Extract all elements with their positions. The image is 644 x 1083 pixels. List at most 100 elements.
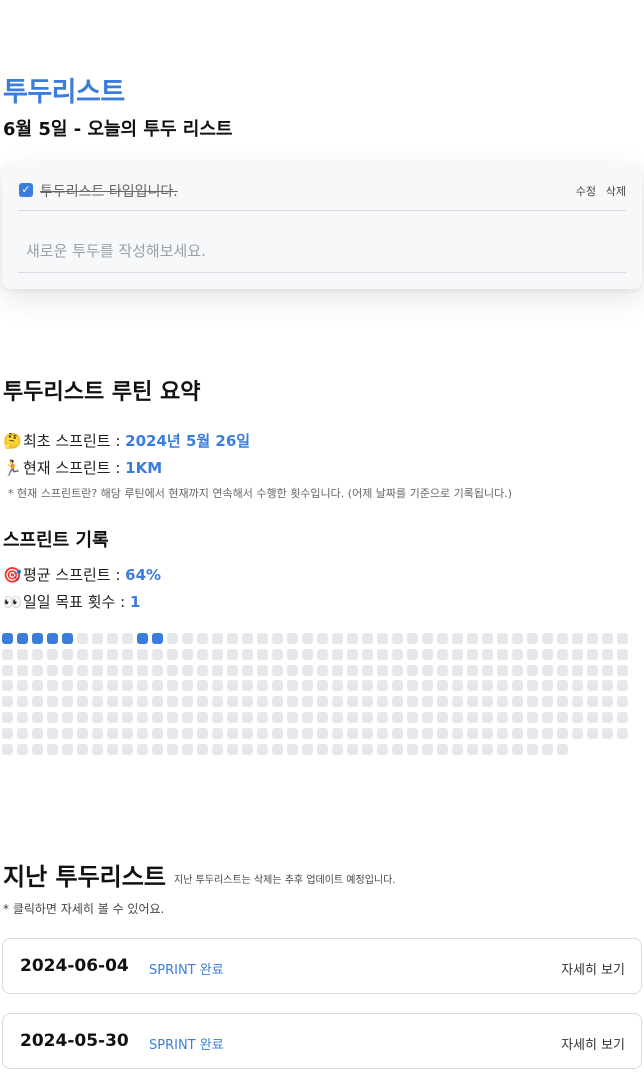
sprint-cell xyxy=(362,633,373,644)
sprint-cell xyxy=(77,664,88,676)
sprint-cell xyxy=(242,712,253,723)
sprint-cell xyxy=(617,633,628,644)
sprint-cell xyxy=(197,712,208,723)
sprint-cell xyxy=(437,680,448,692)
sprint-cell xyxy=(107,743,118,755)
sprint-cell xyxy=(32,664,43,676)
sprint-cell xyxy=(317,648,328,660)
sprint-cell xyxy=(17,743,28,755)
sprint-cell xyxy=(497,633,508,644)
sprint-cell xyxy=(527,712,538,723)
history-card[interactable]: 2024-05-30 SPRINT 완료 자세히 보기 xyxy=(2,1013,642,1069)
sprint-cell xyxy=(167,712,178,723)
sprint-cell xyxy=(512,727,523,739)
sprint-cell xyxy=(557,648,568,660)
sprint-cell xyxy=(482,743,493,755)
sprint-cell xyxy=(347,696,358,708)
sprint-cell xyxy=(452,648,463,660)
first-sprint-value: 2024년 5월 26일 xyxy=(125,432,251,450)
sprint-cell xyxy=(347,743,358,755)
sprint-cell xyxy=(287,633,298,644)
sprint-cell xyxy=(437,633,448,644)
history-card[interactable]: 2024-06-04 SPRINT 완료 자세히 보기 xyxy=(2,938,642,994)
delete-button[interactable]: 삭제 xyxy=(606,183,626,199)
sprint-cell xyxy=(272,648,283,660)
sprint-cell xyxy=(317,633,328,644)
sprint-cell xyxy=(227,696,238,708)
sprint-cell xyxy=(107,648,118,660)
sprint-cell xyxy=(347,648,358,660)
sprint-cell xyxy=(152,664,163,676)
sprint-cell xyxy=(422,664,433,676)
sprint-cell xyxy=(107,633,118,644)
todo-checkbox[interactable]: ✓ xyxy=(19,183,33,197)
sprint-cell xyxy=(152,633,163,644)
sprint-cell xyxy=(122,633,133,644)
sprint-cell xyxy=(407,664,418,676)
sprint-cell xyxy=(197,648,208,660)
sprint-cell xyxy=(362,648,373,660)
sprint-cell xyxy=(332,696,343,708)
sprint-cell xyxy=(497,680,508,692)
sprint-cell xyxy=(317,727,328,739)
sprint-cell xyxy=(32,680,43,692)
sprint-cell xyxy=(287,648,298,660)
sprint-cell xyxy=(437,712,448,723)
sprint-cell xyxy=(137,727,148,739)
sprint-cell xyxy=(482,727,493,739)
history-status: SPRINT 완료 xyxy=(149,1038,224,1053)
sprint-cell xyxy=(257,696,268,708)
view-details-link[interactable]: 자세히 보기 xyxy=(561,1034,625,1053)
current-sprint-line: 🏃현재 스프린트 : 1KM xyxy=(3,457,162,478)
avg-sprint-label: 평균 스프린트 : xyxy=(23,566,126,584)
sprint-cell xyxy=(452,664,463,676)
sprint-cell xyxy=(497,727,508,739)
sprint-cell xyxy=(182,664,193,676)
view-details-link[interactable]: 자세히 보기 xyxy=(561,959,625,978)
sprint-cell xyxy=(377,680,388,692)
sprint-cell xyxy=(602,727,613,739)
sprint-cell xyxy=(377,664,388,676)
sprint-cell xyxy=(422,743,433,755)
sprint-cell xyxy=(557,664,568,676)
sprint-cell xyxy=(107,664,118,676)
avg-sprint-line: 🎯평균 스프린트 : 64% xyxy=(3,564,161,585)
sprint-cell xyxy=(77,648,88,660)
sprint-cell xyxy=(242,680,253,692)
sprint-cell xyxy=(167,680,178,692)
sprint-cell xyxy=(62,648,73,660)
sprint-cell xyxy=(467,743,478,755)
first-sprint-line: 🤔최초 스프린트 : 2024년 5월 26일 xyxy=(3,430,250,451)
sprint-cell xyxy=(587,696,598,708)
sprint-cell xyxy=(377,633,388,644)
sprint-cell xyxy=(527,727,538,739)
sprint-cell xyxy=(317,696,328,708)
sprint-cell xyxy=(542,664,553,676)
sprint-cell xyxy=(422,648,433,660)
sprint-cell xyxy=(557,633,568,644)
sprint-cell xyxy=(407,743,418,755)
sprint-cell xyxy=(422,727,433,739)
new-todo-input[interactable] xyxy=(18,229,626,273)
sprint-cell xyxy=(572,664,583,676)
history-status: SPRINT 완료 xyxy=(149,963,224,978)
sprint-cell xyxy=(317,743,328,755)
sprint-cell xyxy=(407,696,418,708)
sprint-cell xyxy=(542,633,553,644)
sprint-cell xyxy=(212,743,223,755)
sprint-cell xyxy=(392,648,403,660)
sprint-cell xyxy=(422,696,433,708)
sprint-cell xyxy=(257,648,268,660)
sprint-cell xyxy=(152,712,163,723)
sprint-cell xyxy=(287,664,298,676)
sprint-cell xyxy=(317,680,328,692)
sprint-cell xyxy=(122,727,133,739)
sprint-cell xyxy=(227,743,238,755)
sprint-cell xyxy=(17,680,28,692)
edit-button[interactable]: 수정 xyxy=(576,183,596,199)
sprint-cell xyxy=(587,648,598,660)
sprint-cell xyxy=(182,743,193,755)
history-date: 2024-05-30 xyxy=(20,1031,129,1051)
sprint-cell xyxy=(2,680,13,692)
sprint-cell xyxy=(17,727,28,739)
